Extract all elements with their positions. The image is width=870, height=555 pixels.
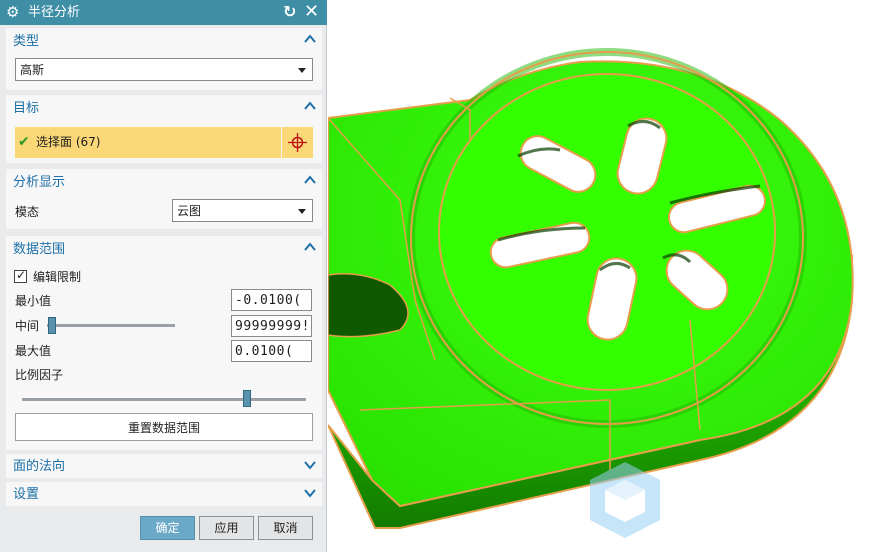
chevron-up-icon: [304, 34, 316, 43]
section-data-range: 数据范围 ✓ 编辑限制 最小值 -0.0100( 中间 99999999! 最大…: [6, 236, 322, 450]
section-analysis-display-header[interactable]: 分析显示: [6, 169, 322, 195]
mode-select[interactable]: 云图: [172, 199, 313, 222]
max-value-label: 最大值: [15, 344, 52, 358]
mid-slider-track[interactable]: [47, 324, 175, 327]
section-type-label: 类型: [13, 34, 40, 49]
chevron-up-icon: [304, 242, 316, 251]
graphics-viewport[interactable]: [327, 0, 870, 552]
min-value-label: 最小值: [15, 294, 52, 308]
apply-button-label: 应用: [214, 521, 239, 535]
mode-label: 模态: [15, 205, 40, 219]
edit-limit-label: 编辑限制: [33, 270, 82, 284]
section-face-normal: 面的法向: [6, 454, 322, 478]
section-analysis-display: 分析显示 模态 云图: [6, 169, 322, 229]
section-analysis-display-label: 分析显示: [13, 175, 66, 190]
mid-slider-thumb[interactable]: [48, 317, 56, 334]
green-surface-model: [327, 48, 854, 538]
gear-icon[interactable]: ⚙: [6, 3, 19, 21]
section-settings-header[interactable]: 设置: [6, 482, 322, 506]
chevron-down-icon: [304, 489, 316, 498]
mid-value-input[interactable]: 99999999!: [231, 315, 312, 337]
scale-slider-track[interactable]: [22, 398, 306, 401]
section-face-normal-header[interactable]: 面的法向: [6, 454, 322, 478]
mid-value-label: 中间: [15, 319, 40, 333]
mid-value-text: 99999999!: [235, 319, 310, 334]
edit-limit-checkbox[interactable]: ✓: [14, 268, 27, 283]
section-target-header[interactable]: 目标: [6, 95, 322, 121]
dropdown-arrow-icon: [298, 209, 306, 214]
section-settings-label: 设置: [13, 487, 40, 502]
section-type-header[interactable]: 类型: [6, 28, 322, 54]
apply-button[interactable]: 应用: [199, 516, 254, 540]
section-type: 类型 高斯: [6, 28, 322, 90]
check-icon: ✔: [18, 134, 30, 150]
mode-select-value: 云图: [177, 204, 202, 218]
reset-icon[interactable]: ↻: [283, 2, 296, 22]
type-select[interactable]: 高斯: [15, 58, 313, 81]
cancel-button-label: 取消: [273, 521, 298, 535]
section-settings: 设置: [6, 482, 322, 506]
max-value-input[interactable]: 0.0100(: [231, 340, 312, 362]
scale-factor-label: 比例因子: [15, 368, 64, 382]
reset-data-range-label: 重置数据范围: [127, 421, 200, 435]
select-face-row[interactable]: ✔ 选择面 (67): [15, 127, 281, 158]
dialog-titlebar: ⚙ 半径分析 ↻ ✕: [0, 0, 327, 25]
section-data-range-header[interactable]: 数据范围: [6, 236, 322, 262]
reset-data-range-button[interactable]: 重置数据范围: [15, 413, 313, 441]
cancel-button[interactable]: 取消: [258, 516, 313, 540]
min-value-input[interactable]: -0.0100(: [231, 289, 312, 311]
select-face-label: 选择面 (67): [36, 135, 101, 149]
section-target: 目标 ✔ 选择面 (67): [6, 95, 322, 163]
scale-slider-thumb[interactable]: [243, 390, 251, 407]
close-icon[interactable]: ✕: [304, 1, 319, 22]
ok-button[interactable]: 确定: [140, 516, 195, 540]
checkmark-icon: ✓: [16, 268, 27, 282]
dialog-title: 半径分析: [28, 5, 81, 20]
section-face-normal-label: 面的法向: [13, 459, 66, 474]
section-data-range-label: 数据范围: [13, 242, 66, 257]
max-value-text: 0.0100(: [235, 344, 294, 359]
radius-analysis-dialog: ⚙ 半径分析 ↻ ✕ 类型 高斯 目标 ✔ 选择面 (67) 分析显示 模态 云…: [0, 0, 327, 552]
select-face-button[interactable]: [282, 127, 313, 158]
section-target-label: 目标: [13, 101, 40, 116]
chevron-up-icon: [304, 175, 316, 184]
type-select-value: 高斯: [20, 63, 45, 77]
chevron-down-icon: [304, 461, 316, 470]
min-value-text: -0.0100(: [235, 293, 302, 308]
dropdown-arrow-icon: [298, 68, 306, 73]
chevron-up-icon: [304, 101, 316, 110]
crosshair-icon: [288, 133, 307, 152]
ok-button-label: 确定: [155, 521, 180, 535]
